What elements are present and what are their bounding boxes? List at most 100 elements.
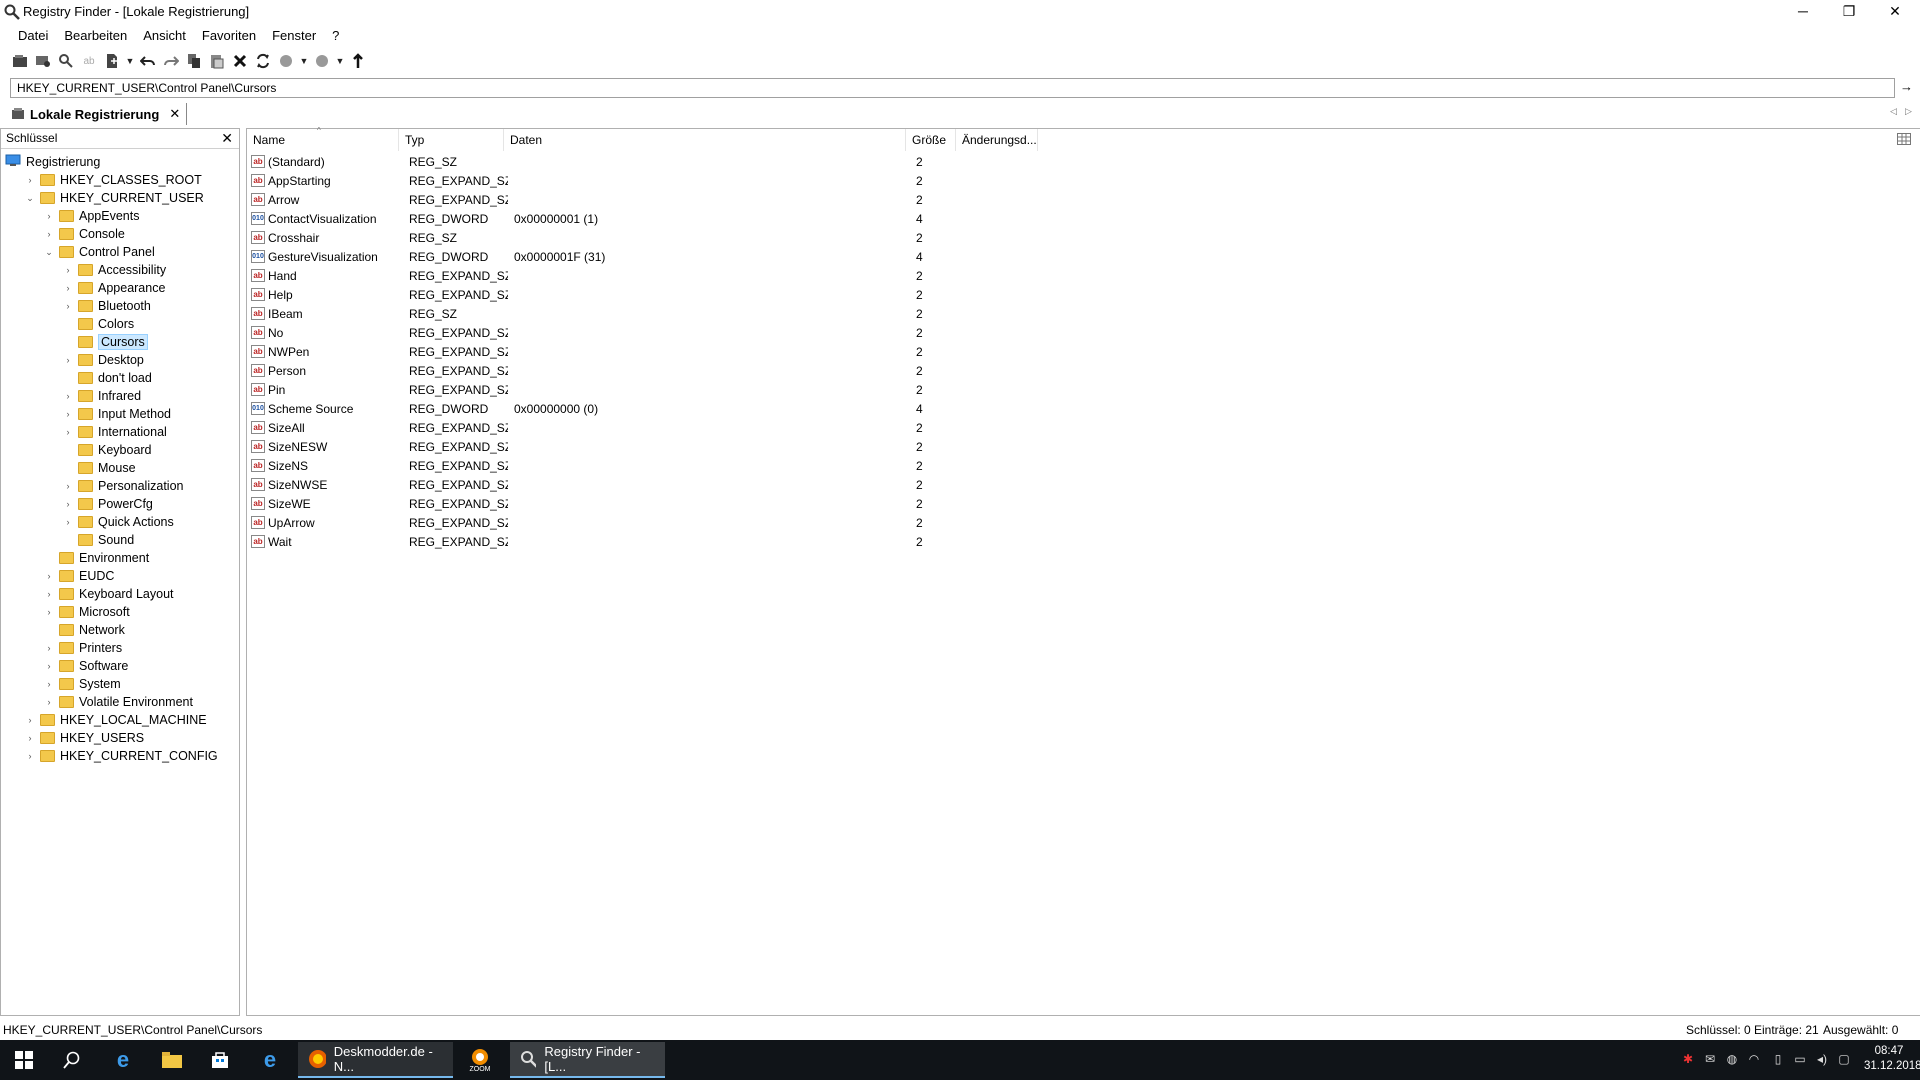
back-dropdown-icon[interactable]: ▼ bbox=[299, 51, 309, 71]
tray-red-icon[interactable]: ✱ bbox=[1680, 1052, 1696, 1068]
tree-item[interactable]: › System bbox=[43, 675, 121, 693]
edge-icon[interactable]: e bbox=[99, 1040, 147, 1080]
tree-item[interactable]: › HKEY_LOCAL_MACHINE bbox=[24, 711, 207, 729]
tree-item[interactable]: › Printers bbox=[43, 639, 123, 657]
tree-item[interactable]: › Volatile Environment bbox=[43, 693, 193, 711]
remote-registry-icon[interactable] bbox=[33, 51, 53, 71]
copy-icon[interactable] bbox=[184, 51, 204, 71]
tree-item[interactable]: Colors bbox=[62, 315, 134, 333]
tree-item[interactable]: Network bbox=[43, 621, 125, 639]
tree-item[interactable]: Registrierung bbox=[5, 153, 100, 171]
tree-item[interactable]: Cursors bbox=[62, 333, 148, 351]
tree-item[interactable]: › Microsoft bbox=[43, 603, 130, 621]
list-row[interactable]: ab Person REG_EXPAND_SZ 2 bbox=[251, 361, 960, 380]
menu-datei[interactable]: Datei bbox=[10, 25, 56, 47]
list-row[interactable]: ab Hand REG_EXPAND_SZ 2 bbox=[251, 266, 960, 285]
list-row[interactable]: ab No REG_EXPAND_SZ 2 bbox=[251, 323, 960, 342]
tray-display-icon[interactable]: ▢ bbox=[1836, 1052, 1852, 1068]
list-row[interactable]: ab (Standard) REG_SZ 2 bbox=[251, 152, 960, 171]
collapse-arrow-icon[interactable]: ⌄ bbox=[24, 193, 36, 204]
tree-item[interactable]: › AppEvents bbox=[43, 207, 140, 225]
tree-item[interactable]: Sound bbox=[62, 531, 134, 549]
tree-item[interactable]: › Appearance bbox=[62, 279, 166, 297]
list-row[interactable]: ab UpArrow REG_EXPAND_SZ 2 bbox=[251, 513, 960, 532]
list-row[interactable]: ab SizeNWSE REG_EXPAND_SZ 2 bbox=[251, 475, 960, 494]
list-row[interactable]: ab SizeAll REG_EXPAND_SZ 2 bbox=[251, 418, 960, 437]
tree-item[interactable]: › PowerCfg bbox=[62, 495, 153, 513]
expand-arrow-icon[interactable]: › bbox=[43, 607, 55, 617]
column-chooser-icon[interactable] bbox=[1897, 129, 1919, 151]
expand-arrow-icon[interactable]: › bbox=[43, 229, 55, 239]
column-header-data[interactable]: Daten bbox=[504, 129, 906, 151]
start-button[interactable] bbox=[0, 1040, 48, 1080]
tree-item[interactable]: › Desktop bbox=[62, 351, 144, 369]
tree-item[interactable]: › HKEY_CLASSES_ROOT bbox=[24, 171, 202, 189]
open-registry-icon[interactable] bbox=[10, 51, 30, 71]
expand-arrow-icon[interactable]: › bbox=[62, 301, 74, 311]
list-row[interactable]: ab Help REG_EXPAND_SZ 2 bbox=[251, 285, 960, 304]
list-row[interactable]: ab IBeam REG_SZ 2 bbox=[251, 304, 960, 323]
search-icon[interactable] bbox=[48, 1040, 96, 1080]
tree-item[interactable]: › Keyboard Layout bbox=[43, 585, 174, 603]
expand-arrow-icon[interactable]: › bbox=[43, 643, 55, 653]
tree-item[interactable]: ⌄ HKEY_CURRENT_USER bbox=[24, 189, 204, 207]
list-row[interactable]: 010 ContactVisualization REG_DWORD 0x000000… bbox=[251, 209, 960, 228]
new-dropdown-icon[interactable]: ▼ bbox=[125, 51, 135, 71]
tree-item[interactable]: › HKEY_CURRENT_CONFIG bbox=[24, 747, 218, 765]
list-row[interactable]: 010 Scheme Source REG_DWORD 0x00000000 (0) 4 bbox=[251, 399, 960, 418]
menu-fenster[interactable]: Fenster bbox=[264, 25, 324, 47]
tree-close-icon[interactable]: ✕ bbox=[221, 130, 233, 147]
tree-item[interactable]: don't load bbox=[62, 369, 152, 387]
list-row[interactable]: ab AppStarting REG_EXPAND_SZ 2 bbox=[251, 171, 960, 190]
tree-item[interactable]: › Quick Actions bbox=[62, 513, 174, 531]
list-row[interactable]: ab Pin REG_EXPAND_SZ 2 bbox=[251, 380, 960, 399]
column-header-modified[interactable]: Änderungsd... bbox=[956, 129, 1038, 151]
expand-arrow-icon[interactable]: › bbox=[62, 391, 74, 401]
undo-icon[interactable] bbox=[138, 51, 158, 71]
expand-arrow-icon[interactable]: › bbox=[43, 589, 55, 599]
tab-scroll-left-icon[interactable]: ◁ bbox=[1890, 106, 1897, 117]
menu-ansicht[interactable]: Ansicht bbox=[135, 25, 194, 47]
list-row[interactable]: ab NWPen REG_EXPAND_SZ 2 bbox=[251, 342, 960, 361]
expand-arrow-icon[interactable]: › bbox=[24, 715, 36, 725]
tree-item[interactable]: › Software bbox=[43, 657, 129, 675]
menu-help[interactable]: ? bbox=[324, 25, 347, 47]
replace-icon[interactable]: ab bbox=[79, 51, 99, 71]
taskbar-app-zoom[interactable]: ZOOM bbox=[456, 1040, 504, 1080]
tree-item[interactable]: › EUDC bbox=[43, 567, 115, 585]
redo-icon[interactable] bbox=[161, 51, 181, 71]
list-row[interactable]: ab SizeNS REG_EXPAND_SZ 2 bbox=[251, 456, 960, 475]
tree-item[interactable]: › Input Method bbox=[62, 405, 171, 423]
list-row[interactable]: ab SizeNESW REG_EXPAND_SZ 2 bbox=[251, 437, 960, 456]
list-row[interactable]: 010 GestureVisualization REG_DWORD 0x000000… bbox=[251, 247, 960, 266]
tree-item[interactable]: Mouse bbox=[62, 459, 136, 477]
collapse-arrow-icon[interactable]: ⌄ bbox=[43, 247, 55, 258]
expand-arrow-icon[interactable]: › bbox=[24, 733, 36, 743]
tree-item[interactable]: › Bluetooth bbox=[62, 297, 151, 315]
tree-item[interactable]: ⌄ Control Panel bbox=[43, 243, 155, 261]
list-row[interactable]: ab Wait REG_EXPAND_SZ 2 bbox=[251, 532, 960, 551]
tab-lokale-registrierung[interactable]: Lokale Registrierung ✕ bbox=[6, 103, 188, 125]
forward-dropdown-icon[interactable]: ▼ bbox=[335, 51, 345, 71]
forward-icon[interactable] bbox=[312, 51, 332, 71]
file-explorer-icon[interactable] bbox=[148, 1040, 196, 1080]
go-arrow-icon[interactable]: → bbox=[1900, 79, 1913, 94]
tree-item[interactable]: › International bbox=[62, 423, 167, 441]
expand-arrow-icon[interactable]: › bbox=[62, 265, 74, 275]
restore-button[interactable]: ❐ bbox=[1826, 0, 1872, 22]
up-level-icon[interactable] bbox=[348, 51, 368, 71]
menu-favoriten[interactable]: Favoriten bbox=[194, 25, 264, 47]
tab-close-icon[interactable]: ✕ bbox=[169, 106, 180, 122]
expand-arrow-icon[interactable]: › bbox=[24, 175, 36, 185]
tree-item[interactable]: › Infrared bbox=[62, 387, 142, 405]
expand-arrow-icon[interactable]: › bbox=[62, 355, 74, 365]
find-icon[interactable] bbox=[56, 51, 76, 71]
tab-scroll-right-icon[interactable]: ▷ bbox=[1905, 106, 1912, 117]
expand-arrow-icon[interactable]: › bbox=[43, 571, 55, 581]
refresh-icon[interactable] bbox=[253, 51, 273, 71]
paste-icon[interactable] bbox=[207, 51, 227, 71]
tray-network-globe-icon[interactable]: ◍ bbox=[1724, 1052, 1740, 1068]
taskbar-app-registry-finder[interactable]: Registry Finder - [L... bbox=[510, 1042, 665, 1078]
column-header-name[interactable]: Name ^ bbox=[247, 126, 399, 151]
back-icon[interactable] bbox=[276, 51, 296, 71]
